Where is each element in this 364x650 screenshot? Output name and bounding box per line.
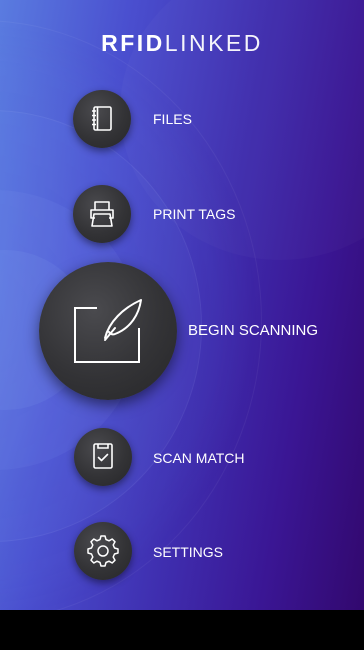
notebook-icon — [92, 106, 112, 131]
settings-circle — [74, 522, 132, 580]
settings-label: SETTINGS — [153, 544, 224, 560]
begin-scanning-circle — [39, 262, 177, 400]
scan-match-label: SCAN MATCH — [153, 450, 245, 466]
files-label: FILES — [153, 111, 192, 127]
settings-button[interactable]: SETTINGS — [74, 522, 274, 582]
clipboard-check-icon — [93, 443, 113, 469]
begin-scanning-button[interactable]: BEGIN SCANNING — [39, 262, 329, 402]
logo-light-text: LINKED — [164, 30, 263, 56]
bottom-bar — [0, 610, 364, 650]
print-tags-label: PRINT TAGS — [153, 206, 236, 222]
scan-match-circle — [74, 428, 132, 486]
scan-feather-icon — [74, 299, 142, 363]
files-button[interactable]: FILES — [73, 90, 273, 150]
logo-bold-text: RFID — [101, 30, 165, 56]
app-screen: RFIDLINKED FILES PRINT TAGS BEGIN SCANNI… — [0, 0, 364, 650]
print-tags-button[interactable]: PRINT TAGS — [73, 185, 273, 245]
app-logo: RFIDLINKED — [0, 30, 364, 57]
begin-scanning-label: BEGIN SCANNING — [188, 322, 319, 339]
gear-icon — [87, 535, 119, 567]
scan-match-button[interactable]: SCAN MATCH — [74, 428, 274, 488]
files-circle — [73, 90, 131, 148]
print-tags-circle — [73, 185, 131, 243]
printer-icon — [90, 201, 114, 227]
